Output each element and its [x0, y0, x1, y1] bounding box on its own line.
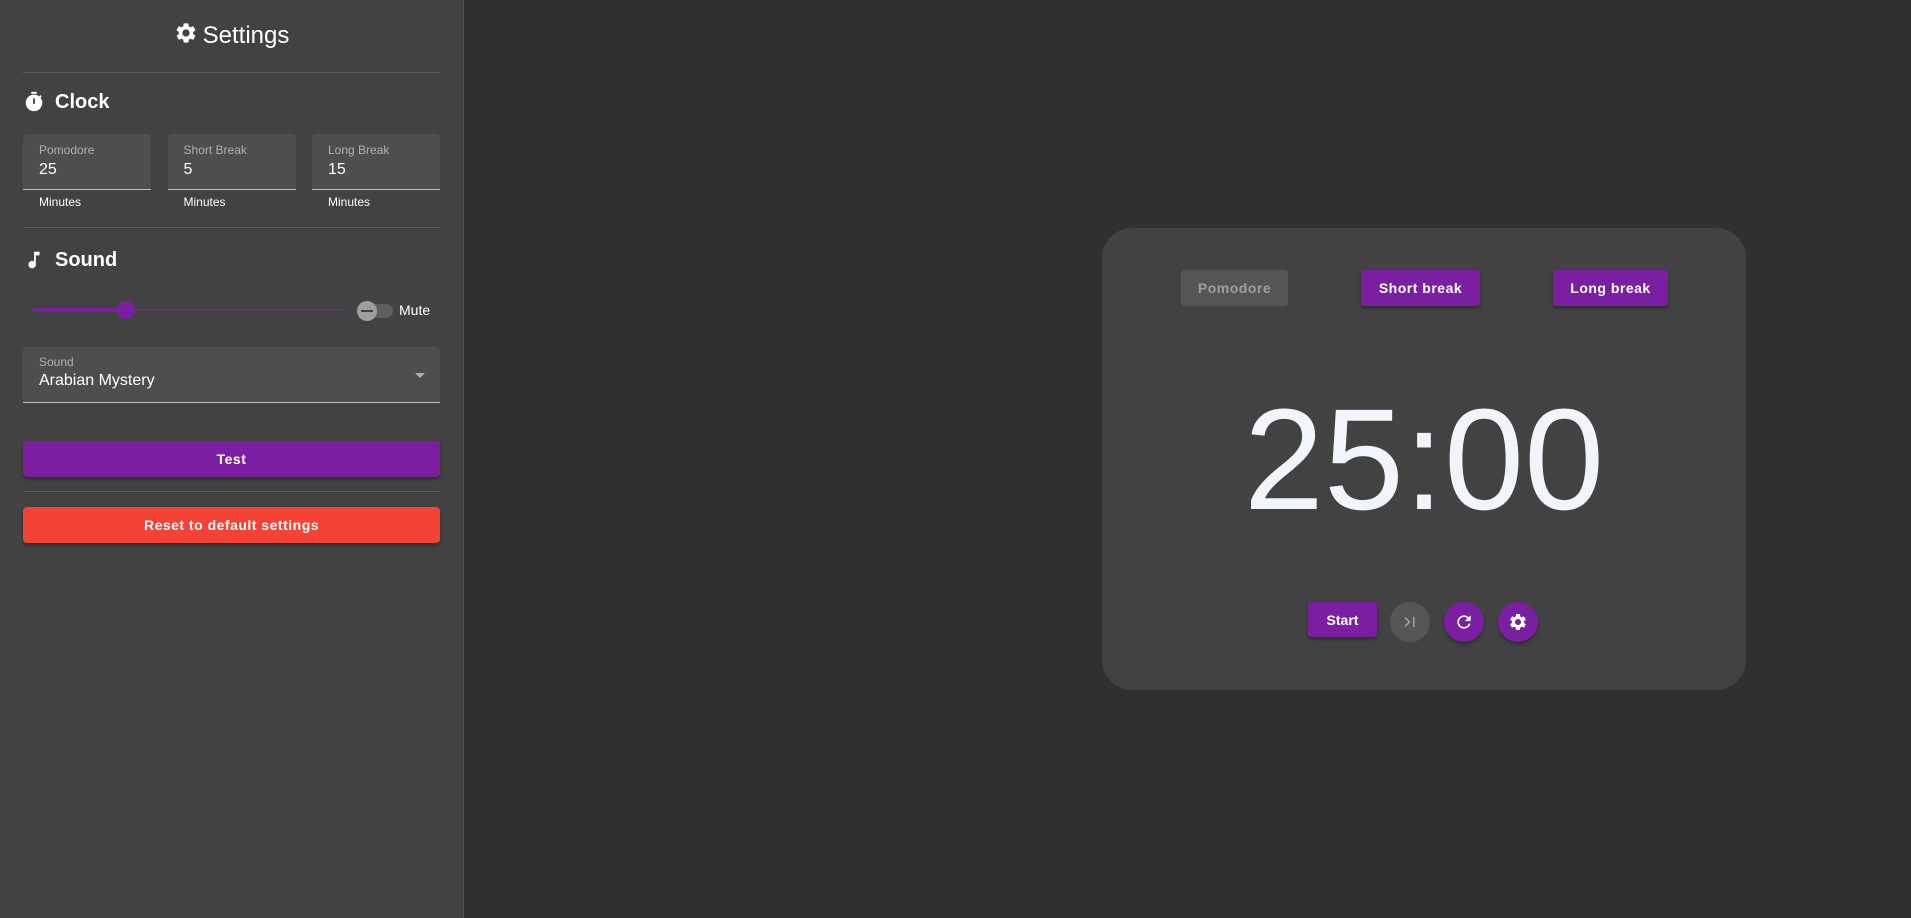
music-note-icon: [28, 251, 40, 269]
stopwatch-icon: [25, 91, 43, 112]
test-sound-button[interactable]: Test: [23, 441, 440, 477]
sound-section-heading: Sound: [23, 245, 440, 275]
volume-slider[interactable]: [33, 295, 343, 325]
section-divider: [23, 491, 440, 492]
sound-select-label: Sound: [39, 355, 74, 369]
open-settings-button[interactable]: [1498, 602, 1538, 642]
sound-heading: Sound: [55, 248, 118, 271]
short-break-field-group: Short Break 5 Minutes: [167, 134, 296, 209]
long-break-minutes-input[interactable]: Long Break 15: [312, 134, 440, 190]
reset-defaults-button[interactable]: Reset to default settings: [23, 507, 440, 543]
dropdown-arrow-icon: [415, 373, 425, 378]
timer-card: Pomodore Short break Long break 25:00 St…: [1102, 228, 1746, 690]
pomodore-field-value: 25: [39, 161, 57, 178]
timer-display: 25:00: [1243, 379, 1605, 540]
pomodore-field-label: Pomodore: [39, 143, 95, 157]
sound-select[interactable]: Sound Arabian Mystery: [23, 347, 440, 403]
section-divider: [23, 227, 440, 228]
long-break-helper-text: Minutes: [328, 195, 371, 209]
gear-icon: [1509, 614, 1526, 630]
sound-select-value: Arabian Mystery: [39, 372, 155, 389]
mute-label: Mute: [399, 302, 431, 318]
mode-long-break-button[interactable]: Long break: [1553, 270, 1668, 306]
gear-icon: [176, 23, 195, 43]
sidebar-header: Settings: [23, 0, 440, 73]
volume-slider-thumb[interactable]: [117, 301, 135, 319]
clock-section-heading: Clock: [23, 87, 440, 117]
short-break-minutes-input[interactable]: Short Break 5: [167, 134, 296, 190]
long-break-field-value: 15: [328, 161, 346, 178]
reset-timer-button[interactable]: [1444, 602, 1484, 642]
mode-short-break-button[interactable]: Short break: [1361, 270, 1480, 306]
clock-fields: Pomodore 25 Minutes Short Break 5 Minute…: [23, 134, 440, 209]
pomodore-helper-text: Minutes: [39, 195, 82, 209]
skip-button[interactable]: [1390, 602, 1430, 642]
skip-next-icon: [1404, 617, 1415, 627]
sidebar-title: Settings: [202, 22, 290, 49]
mute-switch[interactable]: [357, 295, 397, 325]
short-break-field-label: Short Break: [183, 143, 247, 157]
long-break-field-label: Long Break: [328, 143, 390, 157]
mute-switch-knob[interactable]: [357, 301, 377, 321]
pomodore-field-group: Pomodore 25 Minutes: [23, 134, 151, 209]
volume-slider-track: [33, 308, 126, 312]
refresh-icon: [1457, 615, 1471, 629]
start-button[interactable]: Start: [1308, 602, 1377, 637]
short-break-helper-text: Minutes: [183, 195, 226, 209]
long-break-field-group: Long Break 15 Minutes: [312, 134, 440, 209]
volume-row: Mute: [23, 295, 440, 325]
pomodore-minutes-input[interactable]: Pomodore 25: [23, 134, 151, 190]
clock-heading: Clock: [55, 90, 110, 113]
short-break-field-value: 5: [183, 161, 193, 178]
mode-pomodore-button[interactable]: Pomodore: [1181, 270, 1288, 306]
settings-sidebar: Settings Clock Pomodore 25 Minutes Short…: [0, 0, 464, 918]
